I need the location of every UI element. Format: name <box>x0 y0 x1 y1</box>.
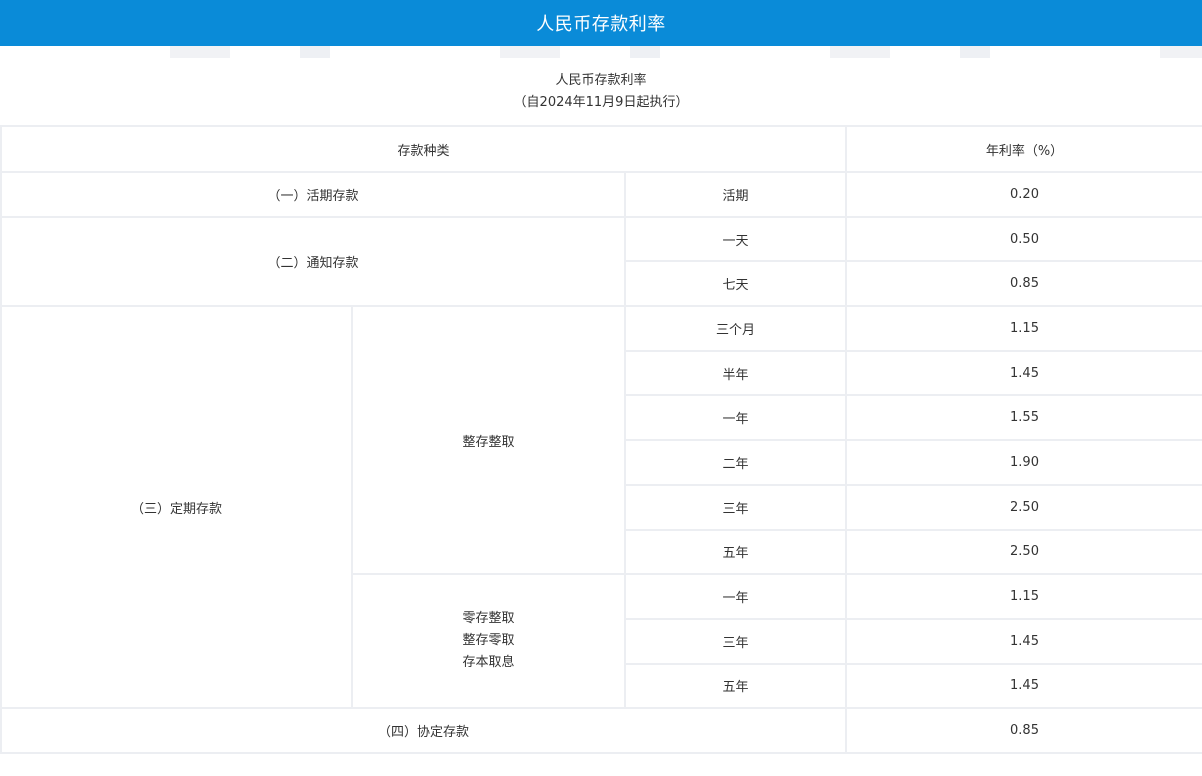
term-cell: 三年 <box>623 617 848 665</box>
caption-title: 人民币存款利率 <box>555 73 647 88</box>
category-notice: （二）通知存款 <box>0 215 626 308</box>
rate-cell: 1.90 <box>845 439 1202 486</box>
term-cell: 三个月 <box>623 305 848 352</box>
term-cell: 七天 <box>623 260 848 308</box>
rate-cell: 1.45 <box>845 662 1202 710</box>
rate-cell: 0.20 <box>845 171 1202 218</box>
installment-label: 存本取息 <box>462 655 515 671</box>
rate-cell: 0.85 <box>845 707 1202 754</box>
term-cell: 活期 <box>623 171 848 218</box>
table-row: （二）通知存款 一天 0.50 <box>0 215 1202 308</box>
category-agreement: （四）协定存款 <box>0 707 848 754</box>
table-row: （一）活期存款 活期 0.20 <box>0 171 1202 218</box>
deposit-rate-table: 存款种类 年利率（%） （一）活期存款 活期 0.20 （二）通知存款 一天 0… <box>0 125 1202 754</box>
rate-cell: 1.55 <box>845 394 1202 442</box>
category-demand: （一）活期存款 <box>0 171 626 218</box>
installment-label: 整存零取 <box>462 633 515 649</box>
term-cell: 五年 <box>623 662 848 710</box>
table-row: （四）协定存款 0.85 <box>0 707 1202 754</box>
term-cell: 五年 <box>623 528 848 576</box>
table-caption: 人民币存款利率 （自2024年11月9日起执行） <box>0 58 1202 114</box>
rate-cell: 1.15 <box>845 305 1202 352</box>
term-cell: 三年 <box>623 483 848 531</box>
term-cell: 一天 <box>623 215 848 263</box>
rate-cell: 0.85 <box>845 260 1202 308</box>
category-fixed: （三）定期存款 <box>0 305 353 710</box>
rate-cell: 1.45 <box>845 617 1202 665</box>
decorative-band <box>0 46 1202 58</box>
rate-cell: 2.50 <box>845 528 1202 576</box>
rate-cell: 1.45 <box>845 349 1202 397</box>
header-deposit-type: 存款种类 <box>0 125 848 173</box>
subcategory-lump-sum: 整存整取 <box>351 305 626 576</box>
subcategory-installment: 零存整取 整存零取 存本取息 <box>351 573 626 710</box>
rate-cell: 1.15 <box>845 573 1202 620</box>
table-row: （三）定期存款 整存整取 三个月 1.15 <box>0 305 1202 710</box>
caption-date: （自2024年11月9日起执行） <box>513 95 689 110</box>
rate-cell: 0.50 <box>845 215 1202 263</box>
header-title: 人民币存款利率 <box>536 14 666 35</box>
table-header-row: 存款种类 年利率（%） <box>0 125 1202 173</box>
rate-cell: 2.50 <box>845 483 1202 531</box>
term-cell: 半年 <box>623 349 848 397</box>
header-annual-rate: 年利率（%） <box>845 125 1202 173</box>
term-cell: 一年 <box>623 394 848 442</box>
term-cell: 二年 <box>623 439 848 486</box>
term-cell: 一年 <box>623 573 848 620</box>
installment-label: 零存整取 <box>462 611 515 627</box>
page-header: 人民币存款利率 <box>0 0 1202 46</box>
